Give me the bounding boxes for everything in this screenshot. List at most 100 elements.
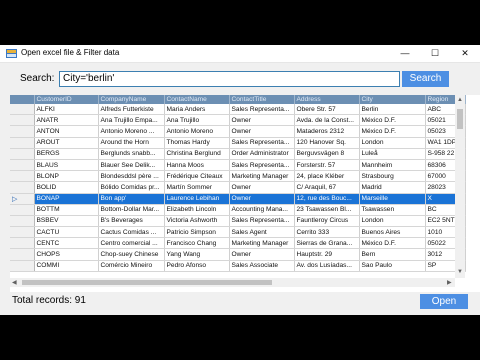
- table-cell[interactable]: 12, rue des Bouc...: [294, 193, 360, 205]
- table-cell[interactable]: Sales Representa...: [229, 104, 295, 116]
- table-row[interactable]: AROUT Around the Horn Thomas Hardy Sales Re…: [10, 137, 466, 149]
- table-cell[interactable]: Laurence Lebihan: [164, 193, 230, 205]
- table-row[interactable]: ANTON Antonio Moreno ... Antonio Moreno Own…: [10, 125, 466, 138]
- table-cell[interactable]: Comércio Mineiro: [98, 260, 165, 272]
- vertical-scrollbar[interactable]: ▲ ▼: [455, 95, 465, 278]
- table-row[interactable]: BLAUS Blauer See Delik... Hanna Moos Sales …: [10, 159, 466, 172]
- row-header[interactable]: [10, 114, 35, 127]
- table-row[interactable]: ▷ BONAP Bon app' Laurence Lebihan Owner 12, r…: [10, 193, 466, 205]
- scroll-right-icon[interactable]: ▶: [447, 279, 452, 286]
- table-cell[interactable]: Owner: [229, 114, 295, 127]
- table-cell[interactable]: Frédérique Citeaux: [164, 170, 230, 183]
- column-header[interactable]: Address: [294, 95, 360, 104]
- table-cell[interactable]: Forsterstr. 57: [294, 159, 360, 172]
- row-header[interactable]: [10, 148, 35, 160]
- current-row-indicator-icon[interactable]: ▷: [10, 193, 35, 205]
- search-input[interactable]: City='berlin': [59, 71, 400, 87]
- row-header[interactable]: [10, 226, 35, 239]
- table-row[interactable]: BSBEV B's Beverages Victoria Ashworth Sales…: [10, 215, 466, 228]
- search-button[interactable]: Search: [402, 71, 449, 87]
- row-header[interactable]: [10, 181, 35, 194]
- table-cell[interactable]: Sales Representa...: [229, 159, 295, 172]
- table-cell[interactable]: Owner: [229, 125, 295, 138]
- table-cell[interactable]: Centro comercial ...: [98, 237, 165, 250]
- table-cell[interactable]: Madrid: [359, 181, 426, 194]
- horizontal-scrollbar[interactable]: ◀ ▶: [10, 278, 455, 287]
- table-cell[interactable]: 120 Hanover Sq.: [294, 137, 360, 149]
- table-row[interactable]: ALFKI Alfreds Futterkiste Maria Anders Sale…: [10, 104, 466, 116]
- table-cell[interactable]: Sao Paulo: [359, 260, 426, 272]
- table-row[interactable]: CHOPS Chop-suey Chinese Yang Wang Owner Haup…: [10, 248, 466, 261]
- table-cell[interactable]: Thomas Hardy: [164, 137, 230, 149]
- row-header[interactable]: [10, 215, 35, 228]
- row-header[interactable]: [10, 137, 35, 149]
- column-header[interactable]: CompanyName: [98, 95, 165, 104]
- table-cell[interactable]: 23 Tsawassen Bl...: [294, 204, 360, 216]
- table-cell[interactable]: BONAP: [34, 193, 99, 205]
- table-cell[interactable]: Mataderos 2312: [294, 125, 360, 138]
- table-cell[interactable]: London: [359, 137, 426, 149]
- table-cell[interactable]: BOLID: [34, 181, 99, 194]
- table-cell[interactable]: AROUT: [34, 137, 99, 149]
- table-cell[interactable]: Francisco Chang: [164, 237, 230, 250]
- table-cell[interactable]: London: [359, 215, 426, 228]
- vertical-scroll-thumb[interactable]: [457, 109, 463, 129]
- table-cell[interactable]: Maria Anders: [164, 104, 230, 116]
- table-cell[interactable]: Owner: [229, 181, 295, 194]
- table-cell[interactable]: Sales Associate: [229, 260, 295, 272]
- table-cell[interactable]: 24, place Kléber: [294, 170, 360, 183]
- table-cell[interactable]: Christina Berglund: [164, 148, 230, 160]
- table-cell[interactable]: México D.F.: [359, 125, 426, 138]
- table-cell[interactable]: Victoria Ashworth: [164, 215, 230, 228]
- column-header[interactable]: CustomerID: [34, 95, 99, 104]
- table-cell[interactable]: México D.F.: [359, 114, 426, 127]
- table-cell[interactable]: CENTC: [34, 237, 99, 250]
- table-cell[interactable]: Mannheim: [359, 159, 426, 172]
- table-cell[interactable]: Cerrito 333: [294, 226, 360, 239]
- row-header[interactable]: [10, 248, 35, 261]
- scroll-left-icon[interactable]: ◀: [12, 279, 17, 286]
- table-row[interactable]: COMMI Comércio Mineiro Pedro Afonso Sales A…: [10, 260, 466, 272]
- table-cell[interactable]: BSBEV: [34, 215, 99, 228]
- customers-grid[interactable]: CustomerID CompanyName ContactName Conta…: [10, 95, 480, 292]
- table-cell[interactable]: Berlin: [359, 104, 426, 116]
- table-cell[interactable]: BLONP: [34, 170, 99, 183]
- table-cell[interactable]: Obere Str. 57: [294, 104, 360, 116]
- table-cell[interactable]: Blauer See Delik...: [98, 159, 165, 172]
- row-header[interactable]: [10, 125, 35, 138]
- table-cell[interactable]: Fauntleroy Circus: [294, 215, 360, 228]
- table-cell[interactable]: Pedro Afonso: [164, 260, 230, 272]
- table-cell[interactable]: Blondesddsl père ...: [98, 170, 165, 183]
- table-cell[interactable]: C/ Araquil, 67: [294, 181, 360, 194]
- table-cell[interactable]: Sales Representa...: [229, 137, 295, 149]
- table-cell[interactable]: Alfreds Futterkiste: [98, 104, 165, 116]
- table-cell[interactable]: Hanna Moos: [164, 159, 230, 172]
- table-cell[interactable]: Strasbourg: [359, 170, 426, 183]
- table-cell[interactable]: Marketing Manager: [229, 237, 295, 250]
- table-row[interactable]: BOTTM Bottom-Dollar Mar... Elizabeth Linco…: [10, 204, 466, 216]
- table-cell[interactable]: CACTU: [34, 226, 99, 239]
- table-row[interactable]: ANATR Ana Trujillo Empa... Ana Trujillo Own…: [10, 114, 466, 127]
- table-cell[interactable]: B's Beverages: [98, 215, 165, 228]
- table-row[interactable]: BERGS Berglunds snabb... Christina Berglun…: [10, 148, 466, 160]
- table-cell[interactable]: Marketing Manager: [229, 170, 295, 183]
- table-cell[interactable]: Ana Trujillo: [164, 114, 230, 127]
- table-cell[interactable]: Antonio Moreno: [164, 125, 230, 138]
- table-cell[interactable]: Bon app': [98, 193, 165, 205]
- table-cell[interactable]: Owner: [229, 193, 295, 205]
- table-cell[interactable]: ALFKI: [34, 104, 99, 116]
- minimize-button[interactable]: —: [390, 45, 420, 62]
- table-cell[interactable]: Elizabeth Lincoln: [164, 204, 230, 216]
- table-cell[interactable]: Berglunds snabb...: [98, 148, 165, 160]
- table-cell[interactable]: Avda. de la Const...: [294, 114, 360, 127]
- column-header[interactable]: ContactName: [164, 95, 230, 104]
- table-cell[interactable]: Accounting Mana...: [229, 204, 295, 216]
- table-cell[interactable]: ANATR: [34, 114, 99, 127]
- table-cell[interactable]: Marseille: [359, 193, 426, 205]
- table-cell[interactable]: Patricio Simpson: [164, 226, 230, 239]
- table-cell[interactable]: Yang Wang: [164, 248, 230, 261]
- row-header[interactable]: [10, 204, 35, 216]
- maximize-button[interactable]: ☐: [420, 45, 450, 62]
- table-cell[interactable]: Order Administrator: [229, 148, 295, 160]
- table-row[interactable]: CENTC Centro comercial ... Francisco Chang…: [10, 237, 466, 250]
